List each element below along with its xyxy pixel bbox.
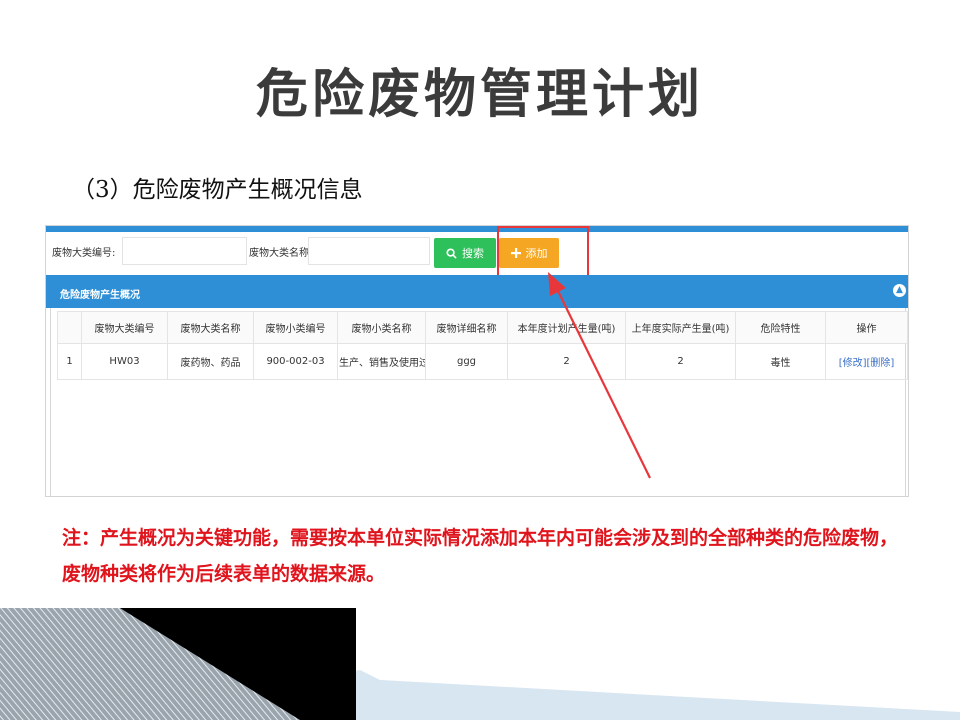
detail-name-cell: ggg bbox=[425, 343, 508, 380]
subcategory-code-cell: 900-002-03 bbox=[253, 343, 338, 380]
edit-link[interactable]: [修改] bbox=[839, 358, 867, 369]
search-bar: 废物大类编号: 废物大类名称: 搜索 添加 bbox=[46, 234, 908, 268]
planned-amount-cell: 2 bbox=[507, 343, 626, 380]
slide-title: 危险废物管理计划 bbox=[255, 65, 704, 125]
panel-body: 废物大类编号 废物大类名称 废物小类编号 废物小类名称 废物详细名称 本年度计划… bbox=[50, 308, 908, 496]
category-name-input[interactable] bbox=[308, 237, 430, 265]
actions-cell: [修改][删除] bbox=[825, 343, 908, 380]
category-name-cell: 废药物、药品 bbox=[167, 343, 254, 380]
waste-table: 废物大类编号 废物大类名称 废物小类编号 废物小类名称 废物详细名称 本年度计划… bbox=[57, 311, 908, 380]
column-header: 废物小类名称 bbox=[337, 311, 426, 344]
section-heading: （3）危险废物产生概况信息 bbox=[72, 177, 363, 203]
column-header: 废物大类编号 bbox=[81, 311, 168, 344]
search-button-label: 搜索 bbox=[462, 247, 484, 260]
column-header: 废物详细名称 bbox=[425, 311, 508, 344]
table-header-row: 废物大类编号 废物大类名称 废物小类编号 废物小类名称 废物详细名称 本年度计划… bbox=[57, 311, 908, 344]
column-header: 危险特性 bbox=[735, 311, 826, 344]
column-header: 废物小类编号 bbox=[253, 311, 338, 344]
note-text: 注：产生概况为关键功能，需要按本单位实际情况添加本年内可能会涉及到的全部种类的危… bbox=[62, 527, 899, 585]
table-row: 1 HW03 废药物、药品 900-002-03 生产、销售及使用过 ggg 2… bbox=[57, 343, 908, 380]
category-code-label: 废物大类编号: bbox=[52, 248, 116, 259]
panel-header: 危险废物产生概况 ▲ bbox=[46, 275, 908, 308]
search-icon bbox=[446, 247, 457, 259]
panel-title: 危险废物产生概况 bbox=[60, 290, 140, 301]
column-header: 操作 bbox=[825, 311, 908, 344]
delete-link[interactable]: [删除] bbox=[867, 358, 895, 369]
category-name-label: 废物大类名称: bbox=[249, 248, 313, 259]
column-header bbox=[57, 311, 82, 344]
category-code-input[interactable] bbox=[122, 237, 247, 265]
actual-amount-cell: 2 bbox=[625, 343, 736, 380]
hazard-cell: 毒性 bbox=[735, 343, 826, 380]
top-accent-bar bbox=[46, 226, 908, 232]
search-button[interactable]: 搜索 bbox=[434, 238, 496, 268]
subcategory-name-cell: 生产、销售及使用过 bbox=[337, 343, 426, 380]
row-index: 1 bbox=[57, 343, 82, 380]
decorative-banner bbox=[0, 608, 960, 720]
app-screenshot: 废物大类编号: 废物大类名称: 搜索 添加 危险废物产生概况 ▲ 废物大类编号 … bbox=[45, 225, 909, 497]
column-header: 废物大类名称 bbox=[167, 311, 254, 344]
column-header: 上年度实际产生量(吨) bbox=[625, 311, 736, 344]
column-header: 本年度计划产生量(吨) bbox=[507, 311, 626, 344]
category-code-cell: HW03 bbox=[81, 343, 168, 380]
collapse-icon[interactable]: ▲ bbox=[893, 284, 906, 297]
